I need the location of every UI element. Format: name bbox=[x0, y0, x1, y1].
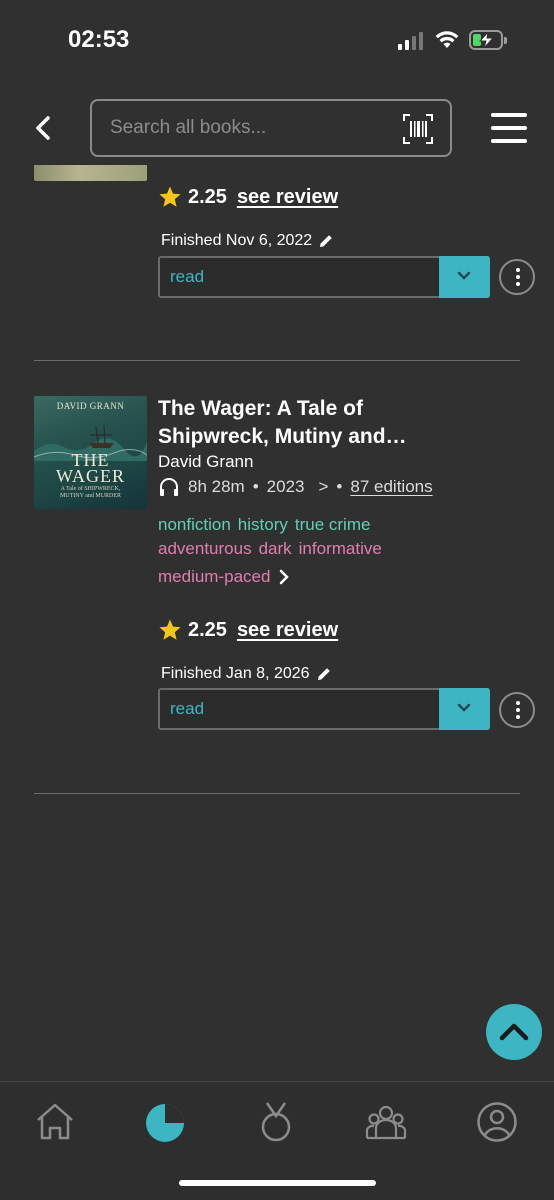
finished-date-row[interactable]: Finished Nov 6, 2022 bbox=[161, 232, 334, 250]
stats-pie-icon bbox=[146, 1104, 184, 1142]
profile-icon bbox=[477, 1102, 517, 1142]
menu-button[interactable] bbox=[491, 113, 527, 143]
finished-date: Finished Nov 6, 2022 bbox=[161, 232, 313, 249]
genre-tag[interactable]: history bbox=[238, 515, 288, 535]
home-icon bbox=[37, 1103, 73, 1140]
chevron-right-icon bbox=[280, 569, 290, 585]
genre-tags: nonfiction history true crime bbox=[158, 515, 370, 535]
meta-separator: • bbox=[336, 477, 343, 496]
barcode-scan-button[interactable] bbox=[402, 113, 434, 145]
pencil-edit-icon[interactable] bbox=[318, 233, 334, 249]
finished-date-row[interactable]: Finished Jan 8, 2026 bbox=[161, 665, 332, 683]
tab-profile[interactable] bbox=[475, 1100, 519, 1144]
genre-tag[interactable]: nonfiction bbox=[158, 515, 231, 535]
chevron-up-icon bbox=[499, 1023, 529, 1041]
divider bbox=[34, 360, 520, 361]
community-icon bbox=[365, 1105, 407, 1140]
chevron-right-icon[interactable]: > bbox=[318, 477, 328, 497]
battery-charging-icon bbox=[469, 30, 507, 50]
dropdown-toggle-button[interactable] bbox=[439, 256, 490, 298]
reading-status-dropdown[interactable]: read bbox=[158, 688, 490, 730]
book-cover-partial[interactable] bbox=[34, 165, 147, 181]
cellular-signal-icon bbox=[398, 32, 426, 50]
search-input[interactable] bbox=[110, 117, 380, 139]
mood-tag[interactable]: informative bbox=[299, 539, 382, 559]
mood-tag[interactable]: adventurous bbox=[158, 539, 252, 559]
mood-tags: adventurous dark informative bbox=[158, 539, 382, 559]
cover-author: DAVID GRANN bbox=[56, 401, 125, 411]
headphones-icon bbox=[160, 478, 178, 496]
rating-value: 2.25 bbox=[188, 618, 227, 641]
chevron-down-icon bbox=[457, 703, 471, 712]
star-icon bbox=[159, 619, 181, 640]
genre-tag[interactable]: true crime bbox=[295, 515, 371, 535]
status-time: 02:53 bbox=[68, 26, 130, 53]
tab-stats[interactable] bbox=[143, 1100, 187, 1144]
rating-row: 2.25 see review bbox=[158, 618, 338, 642]
reading-status-dropdown[interactable]: read bbox=[158, 256, 490, 298]
tab-community[interactable] bbox=[364, 1100, 408, 1144]
tab-challenges[interactable] bbox=[254, 1100, 298, 1144]
barcode-scan-icon bbox=[403, 114, 433, 144]
see-review-link[interactable]: see review bbox=[237, 186, 338, 209]
cover-subtitle: A Tale of SHIPWRECK, MUTINY and MURDER bbox=[59, 486, 122, 499]
mood-tag[interactable]: dark bbox=[259, 539, 292, 559]
divider bbox=[34, 793, 520, 794]
book-list[interactable]: 2.25 see review Finished Nov 6, 2022 rea… bbox=[0, 165, 554, 1080]
pencil-edit-icon[interactable] bbox=[316, 666, 332, 682]
tab-home[interactable] bbox=[33, 1100, 77, 1144]
reading-status-value: read bbox=[170, 267, 205, 286]
back-button[interactable] bbox=[30, 112, 58, 144]
pace-tag: medium-paced bbox=[158, 567, 271, 586]
more-options-button[interactable] bbox=[499, 259, 535, 295]
book-title[interactable]: The Wager: A Tale of Shipwreck, Mutiny a… bbox=[158, 395, 478, 451]
search-bar[interactable] bbox=[90, 99, 452, 157]
editions-link[interactable]: 87 editions bbox=[350, 477, 432, 497]
book-author[interactable]: David Grann bbox=[158, 452, 253, 472]
rating-row: 2.25 see review bbox=[158, 185, 338, 209]
meta-separator: • bbox=[252, 477, 259, 496]
publication-year: 2023 bbox=[266, 477, 305, 496]
star-icon bbox=[159, 186, 181, 207]
wifi-icon bbox=[435, 30, 459, 50]
back-chevron-icon bbox=[36, 116, 50, 140]
chevron-down-icon bbox=[457, 271, 471, 280]
more-options-button[interactable] bbox=[499, 692, 535, 728]
rating-value: 2.25 bbox=[188, 185, 227, 208]
medal-icon bbox=[261, 1102, 291, 1142]
home-indicator bbox=[179, 1180, 376, 1186]
cover-title: THE WAGER bbox=[56, 450, 125, 486]
dropdown-toggle-button[interactable] bbox=[439, 688, 490, 730]
finished-date: Finished Jan 8, 2026 bbox=[161, 665, 310, 682]
reading-status-value: read bbox=[170, 699, 205, 718]
pace-row[interactable]: medium-paced bbox=[158, 567, 290, 587]
book-meta-row: 8h 28m • 2023 > • 87 editions bbox=[158, 477, 433, 497]
scroll-to-top-button[interactable] bbox=[486, 1004, 542, 1060]
audio-duration: 8h 28m bbox=[188, 477, 245, 496]
see-review-link[interactable]: see review bbox=[237, 619, 338, 642]
book-cover[interactable]: DAVID GRANN THE WAGER A Tale of SHIPWREC… bbox=[34, 396, 147, 509]
